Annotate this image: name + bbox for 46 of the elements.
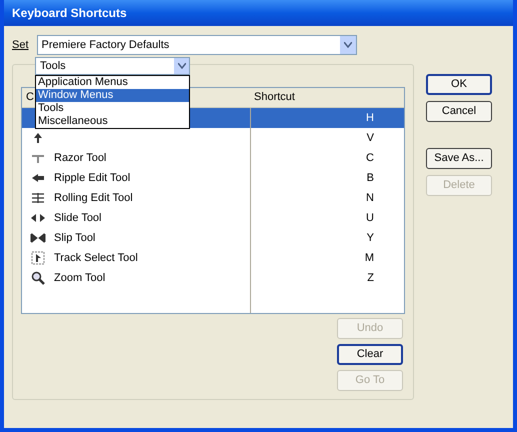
- window-title: Keyboard Shortcuts: [12, 5, 127, 22]
- shortcut-key: Z: [367, 270, 374, 286]
- slip-icon: [30, 232, 46, 244]
- dialog-button[interactable]: OK: [426, 74, 492, 95]
- command-name: Razor Tool: [54, 150, 106, 166]
- command-name: Slip Tool: [54, 230, 96, 246]
- shortcut-key: Y: [366, 230, 374, 246]
- dropdown-option[interactable]: Miscellaneous: [36, 115, 189, 128]
- shortcut-key: U: [366, 210, 374, 226]
- dropdown-option[interactable]: Application Menus: [36, 76, 189, 89]
- shortcut-row[interactable]: Ripple Edit Tool B: [22, 168, 404, 188]
- shortcut-key: N: [366, 190, 374, 206]
- command-name: Ripple Edit Tool: [54, 170, 130, 186]
- rolling-edit-icon: [31, 192, 45, 204]
- shortcut-key: B: [366, 170, 374, 186]
- ripple-edit-icon: [31, 172, 45, 184]
- set-dropdown[interactable]: Premiere Factory Defaults: [36, 35, 357, 55]
- category-dropdown[interactable]: Tools: [35, 57, 190, 75]
- command-name: Track Select Tool: [54, 250, 138, 266]
- shortcut-key: V: [366, 130, 374, 146]
- command-name: Rolling Edit Tool: [54, 190, 133, 206]
- set-label: Set: [12, 38, 29, 53]
- shortcut-row[interactable]: Razor Tool C: [22, 148, 404, 168]
- dropdown-option[interactable]: Window Menus: [36, 89, 189, 102]
- dialog-button[interactable]: Clear: [337, 344, 403, 365]
- shortcut-row[interactable]: Slip Tool Y: [22, 228, 404, 248]
- shortcut-key: H: [366, 110, 374, 126]
- shortcut-row[interactable]: V: [22, 128, 404, 148]
- caret-icon: [340, 36, 356, 54]
- dialog-button[interactable]: Save As...: [426, 148, 492, 169]
- razor-icon: [31, 152, 45, 164]
- magnifier-icon: [31, 271, 45, 285]
- caret-icon: [174, 58, 189, 74]
- shortcut-row[interactable]: Rolling Edit Tool N: [22, 188, 404, 208]
- dialog-button[interactable]: Cancel: [426, 101, 492, 122]
- shortcut-key: C: [366, 150, 374, 166]
- slide-icon: [30, 212, 46, 224]
- shortcut-row[interactable]: Zoom Tool Z: [22, 268, 404, 288]
- shortcut-row[interactable]: Slide Tool U: [22, 208, 404, 228]
- shortcut-key: M: [364, 250, 374, 266]
- track-select-icon: [31, 251, 45, 265]
- command-name: Zoom Tool: [54, 270, 106, 286]
- column-header[interactable]: Shortcut: [250, 88, 404, 107]
- shortcut-row[interactable]: Track Select Tool M: [22, 248, 404, 268]
- command-name: Slide Tool: [54, 210, 102, 226]
- arrow-icon: [32, 132, 44, 144]
